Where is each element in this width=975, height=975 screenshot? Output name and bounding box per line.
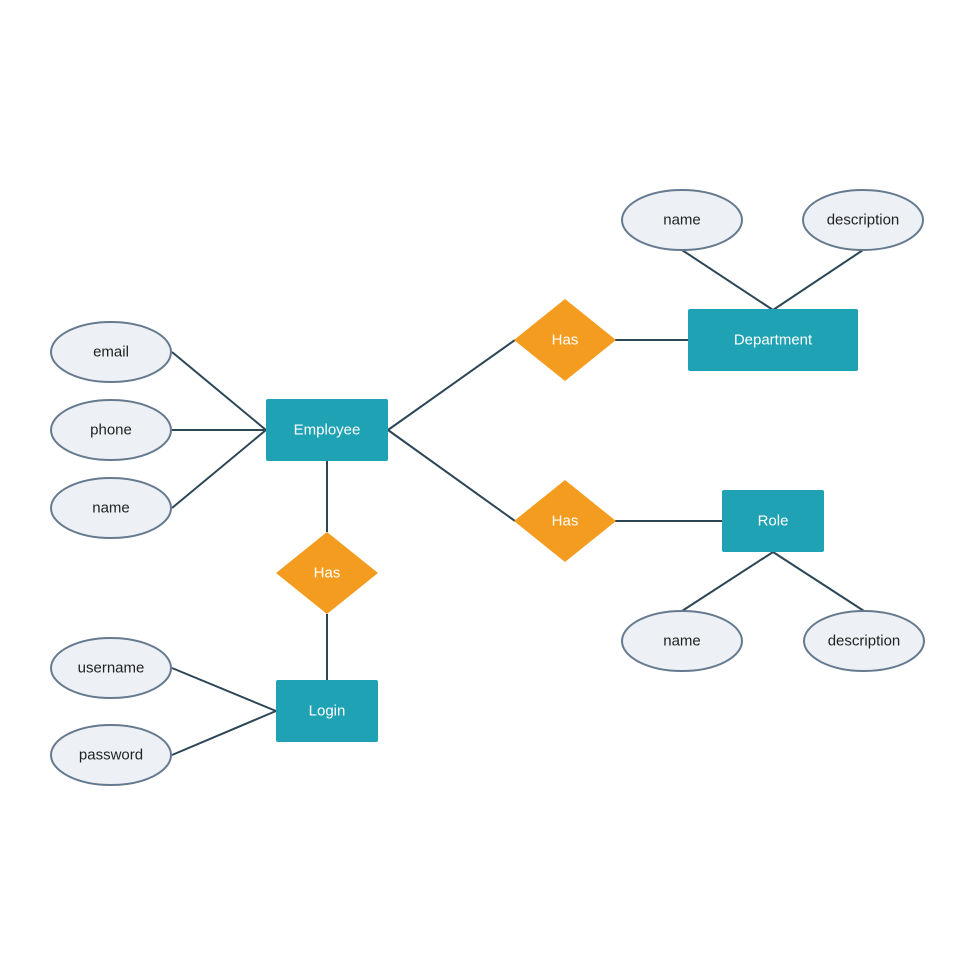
connector-emp_name: [171, 429, 267, 509]
attribute-emp_phone[interactable]: phone: [50, 399, 172, 461]
connector-emp_email: [171, 351, 267, 431]
relationship-label: Has: [552, 513, 579, 530]
attribute-label: name: [663, 212, 701, 229]
attribute-label: phone: [90, 422, 132, 439]
attribute-label: username: [78, 660, 145, 677]
relationship-has_dept[interactable]: Has: [514, 299, 616, 381]
attribute-label: description: [827, 212, 900, 229]
connector-login_user: [171, 667, 277, 712]
connector-employee-has_dept: [387, 339, 516, 431]
connector-role_name: [681, 551, 774, 612]
connector-dept_desc: [772, 249, 864, 311]
attribute-label: email: [93, 344, 129, 361]
attribute-login_user[interactable]: username: [50, 637, 172, 699]
entity-label: Login: [309, 703, 346, 720]
connector-employee-has_role: [387, 429, 516, 522]
connector-login_pass: [171, 710, 277, 756]
relationship-label: Has: [314, 565, 341, 582]
attribute-dept_name[interactable]: name: [621, 189, 743, 251]
relationship-has_role[interactable]: Has: [514, 480, 616, 562]
er-diagram: Employee Department Role Login Has Has Has emai…: [50, 189, 925, 786]
attribute-role_name[interactable]: name: [621, 610, 743, 672]
attribute-dept_desc[interactable]: description: [802, 189, 924, 251]
connector-role_desc: [772, 551, 865, 612]
entity-role[interactable]: Role: [722, 490, 824, 552]
attribute-label: name: [663, 633, 701, 650]
entity-department[interactable]: Department: [688, 309, 858, 371]
attribute-label: password: [79, 747, 143, 764]
entity-label: Department: [734, 332, 813, 349]
attribute-login_pass[interactable]: password: [50, 724, 172, 786]
relationship-has_login[interactable]: Has: [276, 532, 378, 614]
attribute-emp_name[interactable]: name: [50, 477, 172, 539]
entity-employee[interactable]: Employee: [266, 399, 388, 461]
attribute-emp_email[interactable]: email: [50, 321, 172, 383]
attribute-label: description: [828, 633, 901, 650]
connector-dept_name: [681, 249, 774, 311]
attribute-label: name: [92, 500, 130, 517]
entity-label: Role: [758, 513, 789, 530]
entity-label: Employee: [294, 422, 361, 439]
attribute-role_desc[interactable]: description: [803, 610, 925, 672]
relationship-label: Has: [552, 332, 579, 349]
entity-login[interactable]: Login: [276, 680, 378, 742]
